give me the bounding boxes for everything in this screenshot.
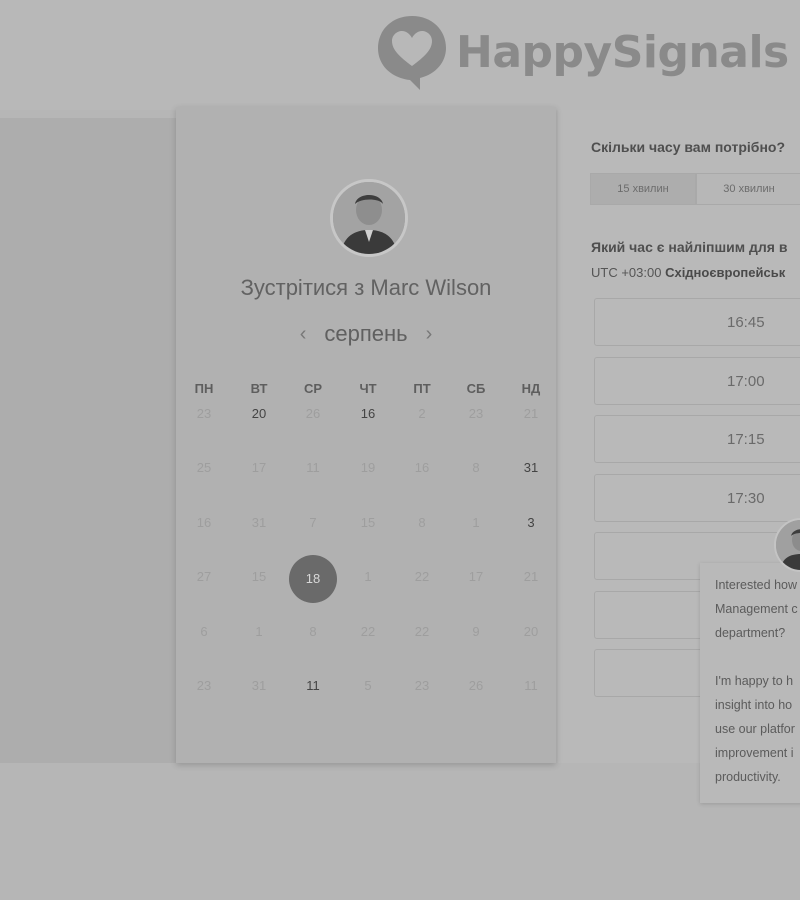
calendar-day[interactable]: 3 [511, 515, 551, 535]
calendar-day[interactable]: 11 [293, 678, 333, 698]
calendar-day: 11 [306, 460, 320, 475]
calendar-day: 2 [418, 406, 426, 421]
calendar-day: 7 [309, 515, 317, 530]
calendar-grid: 23 20 26 16 2 23 21 25 17 11 19 16 8 31 16 31 7 15 8 1 3 27 15… [176, 107, 556, 763]
calendar-day: 9 [472, 624, 480, 639]
calendar-day: 8 [418, 515, 426, 530]
heart-speech-bubble-icon [378, 16, 446, 90]
calendar-card: Зустрітися з Marc Wilson ‹ серпень › ПН В… [176, 107, 556, 763]
calendar-day: 1 [472, 515, 480, 530]
calendar-day[interactable]: 20 [239, 406, 279, 426]
calendar-day: 31 [251, 515, 267, 530]
calendar-day: 20 [523, 624, 539, 639]
calendar-day: 16 [196, 515, 212, 530]
calendar-day: 17 [468, 569, 484, 584]
calendar-day: 23 [196, 678, 212, 693]
duration-selector: 15 хвилин 30 хвилин [590, 173, 800, 205]
calendar-day[interactable]: 31 [511, 460, 551, 480]
chat-message-text: Interested how Management c department? I'… [715, 578, 798, 784]
calendar-day: 22 [414, 569, 430, 584]
timezone-name: Східноєвропейськ [665, 265, 786, 280]
calendar-day: 21 [523, 569, 539, 584]
calendar-day: 21 [523, 406, 539, 421]
calendar-day: 8 [472, 460, 480, 475]
person-icon [776, 520, 800, 570]
time-slot-label: 16:45 [727, 314, 765, 331]
duration-question: Скільки часу вам потрібно? [591, 139, 786, 155]
brand-logo[interactable]: HappySignals [376, 12, 789, 92]
left-background [0, 118, 176, 763]
time-slot-label: 17:00 [727, 372, 765, 390]
calendar-day: 27 [196, 569, 212, 584]
calendar-day[interactable]: 16 [348, 406, 388, 426]
calendar-day: 6 [200, 624, 208, 639]
time-slot-label: 17:15 [727, 431, 765, 448]
calendar-day: 19 [360, 460, 376, 475]
calendar-day: 25 [196, 460, 212, 475]
duration-15-button[interactable]: 15 хвилин [590, 173, 696, 205]
timezone-offset: UTC +03:00 [591, 265, 662, 280]
calendar-day: 26 [305, 406, 321, 421]
calendar-day-selected[interactable]: 18 [289, 555, 337, 603]
time-slot-button[interactable]: 17:15 [594, 415, 800, 463]
calendar-day: 23 [414, 678, 430, 693]
time-slot-button[interactable]: 16:45 [594, 298, 800, 346]
duration-30-button[interactable]: 30 хвилин [696, 173, 800, 205]
time-slot-button[interactable]: 17:00 [594, 356, 800, 405]
calendar-day: 5 [364, 678, 372, 693]
calendar-day: 31 [251, 678, 267, 693]
calendar-day: 23 [468, 406, 484, 421]
calendar-day: 15 [251, 569, 267, 584]
header: HappySignals [0, 0, 800, 110]
calendar-day: 11 [524, 678, 538, 693]
chat-message-bubble[interactable]: Interested how Management c department? I'… [700, 563, 800, 803]
calendar-day: 26 [468, 678, 484, 693]
calendar-day: 23 [196, 406, 212, 421]
calendar-day: 22 [360, 624, 376, 639]
calendar-day: 1 [255, 624, 263, 639]
calendar-day: 8 [309, 624, 317, 639]
brand-name: HappySignals [456, 26, 789, 78]
timezone-label[interactable]: UTC +03:00 Східноєвропейськ [591, 265, 785, 280]
calendar-day: 17 [251, 460, 267, 475]
calendar-day: 1 [364, 569, 372, 584]
calendar-day: 15 [360, 515, 376, 530]
time-slot-label: 17:30 [727, 489, 765, 507]
calendar-day: 16 [414, 460, 430, 475]
calendar-day: 22 [414, 624, 430, 639]
time-question: Який час є найліпшим для в [591, 239, 788, 255]
time-slot-button[interactable]: 17:30 [594, 473, 800, 522]
